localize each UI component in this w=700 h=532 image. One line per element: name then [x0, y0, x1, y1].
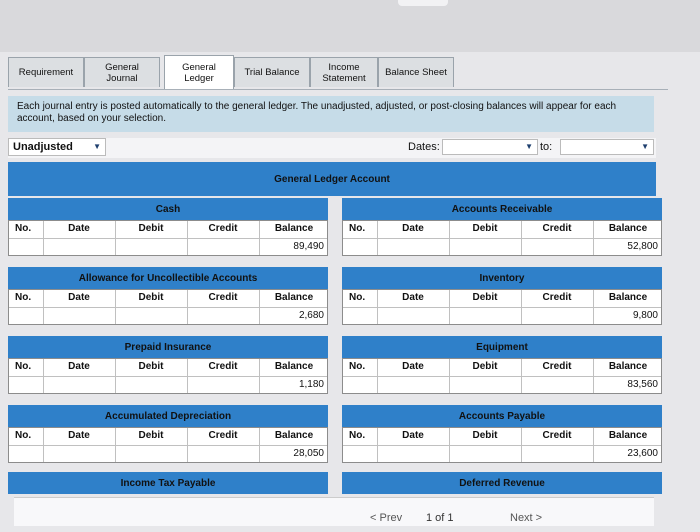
column-header-date: Date: [68, 430, 90, 441]
next-button[interactable]: Next >: [510, 512, 542, 524]
row-divider: [343, 445, 661, 446]
row-divider: [9, 307, 327, 308]
page-indicator: 1 of 1: [426, 512, 454, 524]
column-header-credit: Credit: [208, 361, 238, 372]
account-inventory: Inventory No. Date Debit Credit Balance 9,800: [342, 267, 662, 327]
column-header-debit: Debit: [138, 361, 164, 372]
account-title: Accounts Payable: [342, 405, 662, 427]
account-title: Accounts Receivable: [342, 198, 662, 220]
column-header-debit: Debit: [138, 430, 164, 441]
chevron-down-icon: ▼: [525, 142, 533, 151]
tab-income-statement[interactable]: Income Statement: [310, 57, 378, 87]
account-title: Equipment: [342, 336, 662, 358]
column-header-date: Date: [402, 223, 424, 234]
tab-general-ledger[interactable]: General Ledger: [164, 55, 234, 89]
balance-value: 23,600: [627, 448, 658, 459]
filter-row: Unadjusted ▼ Dates: ▼ to: ▼: [8, 138, 656, 158]
row-divider: [9, 445, 327, 446]
balance-value: 9,800: [632, 310, 658, 321]
date-from-select[interactable]: ▼: [442, 139, 538, 155]
column-header-date: Date: [68, 292, 90, 303]
dates-label: Dates:: [408, 141, 440, 153]
column-header-balance: Balance: [274, 430, 314, 441]
tab-requirement[interactable]: Requirement: [8, 57, 84, 87]
account-title: Allowance for Uncollectible Accounts: [8, 267, 328, 289]
column-header-credit: Credit: [208, 223, 238, 234]
top-button[interactable]: [398, 0, 448, 6]
column-header-credit: Credit: [542, 430, 572, 441]
balance-value: 89,490: [293, 241, 324, 252]
column-header-balance: Balance: [608, 223, 648, 234]
column-header-balance: Balance: [274, 292, 314, 303]
column-header-debit: Debit: [472, 292, 498, 303]
account-title: Inventory: [342, 267, 662, 289]
column-header-balance: Balance: [274, 223, 314, 234]
pager: < Prev 1 of 1 Next >: [14, 497, 654, 526]
column-header-date: Date: [68, 361, 90, 372]
account-accounts-receivable: Accounts Receivable No. Date Debit Credit Bal…: [342, 198, 662, 258]
chevron-down-icon: ▼: [93, 142, 101, 151]
column-header-debit: Debit: [138, 223, 164, 234]
row-divider: [343, 307, 661, 308]
balance-value: 52,800: [627, 241, 658, 252]
account-grid: No. Date Debit Credit Balance 52,800: [342, 220, 662, 256]
account-grid: No. Date Debit Credit Balance 2,680: [8, 289, 328, 325]
account-title: Deferred Revenue: [342, 472, 662, 494]
account-equipment: Equipment No. Date Debit Credit Balance 83,560: [342, 336, 662, 396]
balance-value: 83,560: [627, 379, 658, 390]
account-grid: No. Date Debit Credit Balance 23,600: [342, 427, 662, 463]
row-divider: [9, 376, 327, 377]
tab-bar: Requirement General Journal General Ledg…: [8, 55, 668, 90]
column-header-credit: Credit: [542, 223, 572, 234]
column-header-debit: Debit: [472, 430, 498, 441]
column-header-date: Date: [402, 361, 424, 372]
tab-trial-balance[interactable]: Trial Balance: [234, 57, 310, 87]
top-area: [0, 0, 700, 52]
account-accumulated-depreciation: Accumulated Depreciation No. Date Debit Cred…: [8, 405, 328, 465]
column-header-debit: Debit: [138, 292, 164, 303]
column-header-debit: Debit: [472, 361, 498, 372]
account-accounts-payable: Accounts Payable No. Date Debit Credit Balanc…: [342, 405, 662, 465]
column-header-date: Date: [68, 223, 90, 234]
row-divider: [343, 238, 661, 239]
balance-value: 1,180: [298, 379, 324, 390]
account-title: Accumulated Depreciation: [8, 405, 328, 427]
column-header-date: Date: [402, 292, 424, 303]
instructions: Each journal entry is posted automatical…: [8, 96, 654, 132]
column-header-date: Date: [402, 430, 424, 441]
balance-type-select[interactable]: Unadjusted ▼: [8, 138, 106, 156]
account-cash: Cash No. Date Debit Credit Balance 89,490: [8, 198, 328, 258]
account-grid: No. Date Debit Credit Balance 1,180: [8, 358, 328, 394]
to-label: to:: [540, 141, 553, 153]
account-title: Income Tax Payable: [8, 472, 328, 494]
account-grid: No. Date Debit Credit Balance 28,050: [8, 427, 328, 463]
account-grid: No. Date Debit Credit Balance 9,800: [342, 289, 662, 325]
column-header-balance: Balance: [274, 361, 314, 372]
row-divider: [9, 238, 327, 239]
column-header-balance: Balance: [608, 292, 648, 303]
row-divider: [343, 376, 661, 377]
account-grid: No. Date Debit Credit Balance 83,560: [342, 358, 662, 394]
column-header-balance: Balance: [608, 430, 648, 441]
account-title: Prepaid Insurance: [8, 336, 328, 358]
account-allowance-for-uncollectible-accounts: Allowance for Uncollectible Accounts No. D…: [8, 267, 328, 327]
account-prepaid-insurance: Prepaid Insurance No. Date Debit Credit Balan…: [8, 336, 328, 396]
prev-button[interactable]: < Prev: [370, 512, 402, 524]
column-header-credit: Credit: [208, 430, 238, 441]
account-title: Cash: [8, 198, 328, 220]
balance-value: 28,050: [293, 448, 324, 459]
chevron-down-icon: ▼: [641, 142, 649, 151]
column-header-balance: Balance: [608, 361, 648, 372]
general-ledger-header: General Ledger Account: [8, 162, 656, 196]
balance-type-value: Unadjusted: [13, 141, 73, 153]
column-header-debit: Debit: [472, 223, 498, 234]
tab-balance-sheet[interactable]: Balance Sheet: [378, 57, 454, 87]
tab-general-journal[interactable]: General Journal: [84, 57, 160, 87]
column-header-credit: Credit: [542, 292, 572, 303]
column-header-credit: Credit: [208, 292, 238, 303]
date-to-select[interactable]: ▼: [560, 139, 654, 155]
balance-value: 2,680: [298, 310, 324, 321]
column-header-credit: Credit: [542, 361, 572, 372]
account-grid: No. Date Debit Credit Balance 89,490: [8, 220, 328, 256]
